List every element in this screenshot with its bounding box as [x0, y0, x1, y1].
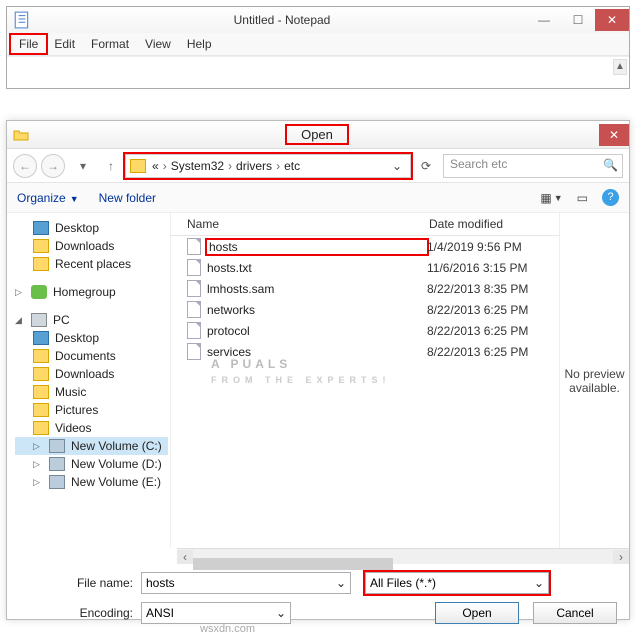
- file-icon: [187, 280, 201, 297]
- chevron-right-icon: ›: [272, 159, 284, 173]
- list-item[interactable]: hosts.txt11/6/2016 3:15 PM: [171, 257, 559, 278]
- crumb-drivers[interactable]: drivers: [236, 159, 272, 173]
- filename-label: File name:: [19, 576, 141, 590]
- h-scrollbar[interactable]: ‹ ›: [177, 548, 629, 564]
- dialog-footer: File name: hosts⌄ All Files (*.*)⌄ Encod…: [7, 564, 629, 640]
- encoding-label: Encoding:: [19, 606, 141, 620]
- nav-recent-dropdown[interactable]: ▾: [73, 156, 93, 176]
- tree-pc-desktop[interactable]: Desktop: [15, 329, 168, 347]
- breadcrumb[interactable]: « › System32 › drivers › etc ⌄: [125, 154, 411, 178]
- tree-pc[interactable]: ◢PC: [15, 311, 168, 329]
- list-header[interactable]: Name Date modified: [171, 213, 559, 236]
- help-button[interactable]: ?: [602, 189, 619, 206]
- file-list[interactable]: Name Date modified hosts1/4/2019 9:56 PM…: [171, 213, 559, 548]
- folder-icon: [130, 159, 146, 173]
- notepad-titlebar[interactable]: Untitled - Notepad — ☐ ✕: [7, 7, 629, 33]
- menu-view[interactable]: View: [137, 35, 179, 53]
- filename-input[interactable]: hosts⌄: [141, 572, 351, 594]
- chevron-right-icon: ›: [159, 159, 171, 173]
- preview-pane: No preview available.: [559, 213, 629, 548]
- dialog-navbar: ← → ▾ ↑ « › System32 › drivers › etc ⌄ ⟳…: [7, 149, 629, 183]
- maximize-button[interactable]: ☐: [561, 9, 595, 31]
- encoding-select[interactable]: ANSI⌄: [141, 602, 291, 624]
- file-icon: [187, 301, 201, 318]
- list-item[interactable]: services8/22/2013 6:25 PM: [171, 341, 559, 362]
- search-input[interactable]: Search etc 🔍: [443, 154, 623, 178]
- minimize-button[interactable]: —: [527, 9, 561, 31]
- organize-button[interactable]: Organize▼: [17, 191, 79, 205]
- view-options-button[interactable]: ▦▼: [540, 191, 562, 205]
- menu-file[interactable]: File: [11, 35, 46, 53]
- nav-up-button[interactable]: ↑: [101, 156, 121, 176]
- dialog-close-button[interactable]: ✕: [599, 124, 629, 146]
- col-date[interactable]: Date modified: [429, 217, 559, 231]
- tree-pc-pictures[interactable]: Pictures: [15, 401, 168, 419]
- preview-pane-button[interactable]: ▭: [577, 191, 588, 205]
- newfolder-button[interactable]: New folder: [99, 191, 156, 205]
- open-dialog: Open ✕ ← → ▾ ↑ « › System32 › drivers › …: [6, 120, 630, 620]
- scroll-up-arrow[interactable]: ▲: [613, 59, 627, 75]
- tree-pc-documents[interactable]: Documents: [15, 347, 168, 365]
- file-icon: [187, 343, 201, 360]
- tree-downloads[interactable]: Downloads: [15, 237, 168, 255]
- list-item[interactable]: protocol8/22/2013 6:25 PM: [171, 320, 559, 341]
- dialog-title: Open: [287, 126, 347, 143]
- nav-back-button[interactable]: ←: [13, 154, 37, 178]
- crumb-etc[interactable]: etc: [284, 159, 300, 173]
- dialog-titlebar[interactable]: Open ✕: [7, 121, 629, 149]
- dialog-toolbar: Organize▼ New folder ▦▼ ▭ ?: [7, 183, 629, 213]
- tree-desktop[interactable]: Desktop: [15, 219, 168, 237]
- search-placeholder: Search etc: [450, 157, 507, 171]
- tree-drive-c[interactable]: ▷New Volume (C:): [15, 437, 168, 455]
- tree-recent[interactable]: Recent places: [15, 255, 168, 273]
- crumb-prefix: «: [152, 159, 159, 173]
- notepad-icon: [13, 11, 31, 29]
- tree-pc-videos[interactable]: Videos: [15, 419, 168, 437]
- scroll-thumb[interactable]: [193, 558, 393, 570]
- tree-drive-e[interactable]: ▷New Volume (E:): [15, 473, 168, 491]
- folder-open-icon: [13, 127, 29, 143]
- file-icon: [187, 259, 201, 276]
- source-watermark: wsxdn.com: [200, 623, 255, 635]
- file-icon: [187, 238, 201, 255]
- notepad-title: Untitled - Notepad: [37, 13, 527, 27]
- list-item[interactable]: networks8/22/2013 6:25 PM: [171, 299, 559, 320]
- scroll-right-arrow[interactable]: ›: [613, 550, 629, 564]
- close-button[interactable]: ✕: [595, 9, 629, 31]
- open-button[interactable]: Open: [435, 602, 519, 624]
- notepad-menubar: File Edit Format View Help: [7, 33, 629, 56]
- refresh-button[interactable]: ⟳: [415, 155, 437, 177]
- menu-format[interactable]: Format: [83, 35, 137, 53]
- search-icon: 🔍: [603, 158, 618, 172]
- file-icon: [187, 322, 201, 339]
- breadcrumb-dropdown[interactable]: ⌄: [388, 159, 406, 173]
- chevron-right-icon: ›: [224, 159, 236, 173]
- dialog-body: Desktop Downloads Recent places ▷Homegro…: [7, 213, 629, 548]
- tree-pc-downloads[interactable]: Downloads: [15, 365, 168, 383]
- notepad-window: Untitled - Notepad — ☐ ✕ File Edit Forma…: [6, 6, 630, 89]
- nav-forward-button[interactable]: →: [41, 154, 65, 178]
- scroll-left-arrow[interactable]: ‹: [177, 550, 193, 564]
- col-name[interactable]: Name: [187, 217, 429, 231]
- menu-help[interactable]: Help: [179, 35, 220, 53]
- list-item[interactable]: lmhosts.sam8/22/2013 8:35 PM: [171, 278, 559, 299]
- tree-pc-music[interactable]: Music: [15, 383, 168, 401]
- cancel-button[interactable]: Cancel: [533, 602, 617, 624]
- crumb-system32[interactable]: System32: [171, 159, 224, 173]
- tree-homegroup[interactable]: ▷Homegroup: [15, 283, 168, 301]
- nav-tree[interactable]: Desktop Downloads Recent places ▷Homegro…: [7, 213, 171, 548]
- notepad-editor[interactable]: ▲: [7, 56, 629, 88]
- filetype-select[interactable]: All Files (*.*)⌄: [365, 572, 549, 594]
- menu-edit[interactable]: Edit: [46, 35, 83, 53]
- tree-drive-d[interactable]: ▷New Volume (D:): [15, 455, 168, 473]
- list-item[interactable]: hosts1/4/2019 9:56 PM: [171, 236, 559, 257]
